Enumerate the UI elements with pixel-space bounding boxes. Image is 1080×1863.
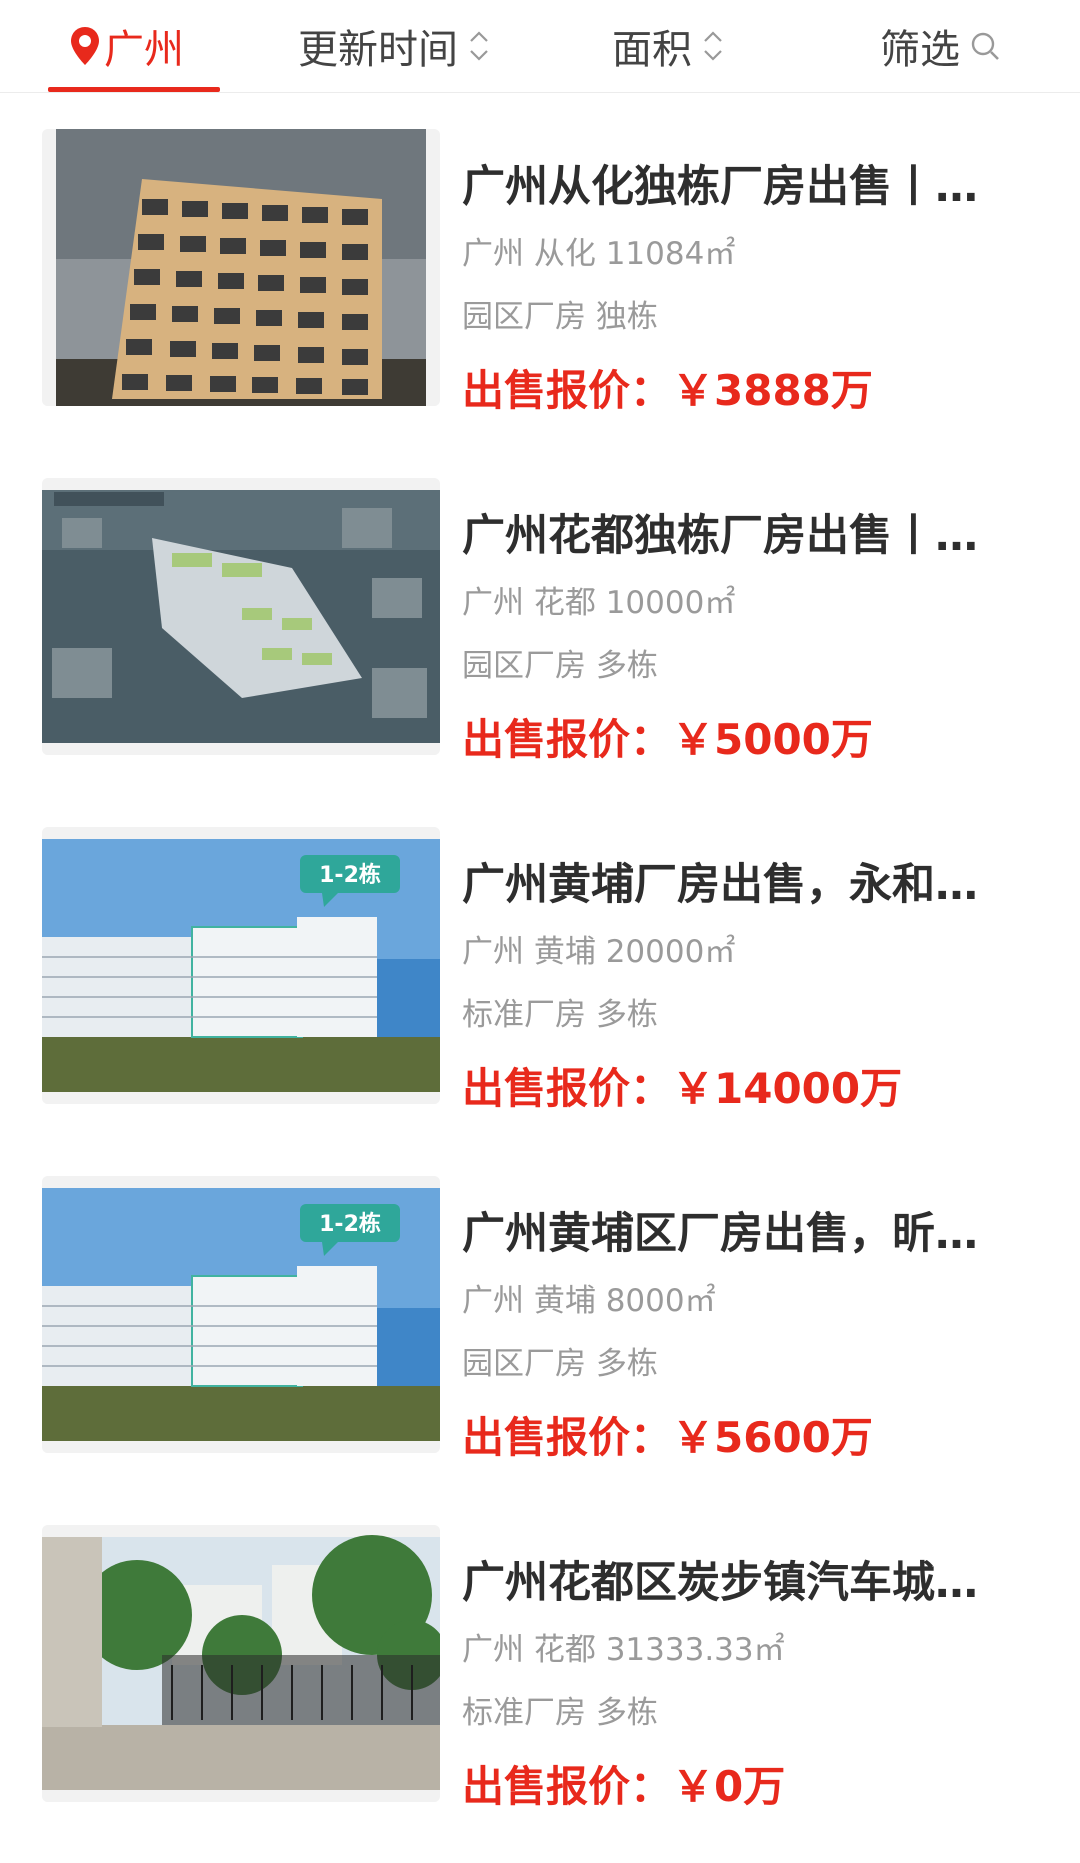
listing-location: 广州 花都 31333.33㎡ (462, 1632, 785, 1668)
listing-title: 广州从化独栋厂房出售丨… (462, 162, 978, 212)
listing-location: 广州 从化 11084㎡ (462, 236, 736, 272)
location-pin-icon (71, 27, 99, 65)
listing-photo: 1-2栋 (42, 827, 440, 1104)
tab-filter-label: 筛选 (880, 27, 960, 73)
listing-tags: 园区厂房 多栋 (462, 648, 658, 684)
price-label: 出售报价： (462, 366, 673, 415)
listing-price: 出售报价：￥3888万 (462, 357, 873, 418)
search-icon (970, 31, 1000, 61)
listing-tags: 标准厂房 多栋 (462, 997, 658, 1033)
listing-price: 出售报价：￥0万 (462, 1753, 785, 1814)
listing-title: 广州黄埔区厂房出售，昕… (462, 1209, 978, 1259)
price-label: 出售报价： (462, 1064, 673, 1113)
building-badge: 1-2栋 (319, 862, 381, 888)
listing-tags: 园区厂房 多栋 (462, 1346, 658, 1382)
listing-card[interactable]: 广州花都独栋厂房出售丨… 广州 花都 10000㎡ 园区厂房 多栋 出售报价：￥… (0, 441, 1080, 790)
price-value: ￥3888万 (672, 366, 873, 415)
tab-sort-area-label: 面积 (612, 27, 692, 73)
listing-location: 广州 黄埔 8000㎡ (462, 1283, 716, 1319)
price-label: 出售报价： (462, 1413, 673, 1462)
listing-title: 广州花都区炭步镇汽车城… (462, 1558, 978, 1608)
filter-tab-bar: 广州 更新时间 面积 筛选 (0, 0, 1080, 93)
listing-card[interactable]: 1-2栋 广州黄埔厂房出售，永和… 广州 黄埔 20000㎡ 标准厂房 多栋 出… (0, 790, 1080, 1139)
tab-city-label: 广州 (104, 27, 184, 73)
tab-filter[interactable]: 筛选 (880, 0, 1000, 92)
listing-card[interactable]: 1-2栋 广州黄埔区厂房出售，昕… 广州 黄埔 8000㎡ 园区厂房 多栋 出售… (0, 1139, 1080, 1488)
listing-tags: 标准厂房 多栋 (462, 1695, 658, 1731)
price-label: 出售报价： (462, 1762, 673, 1811)
listing-price: 出售报价：￥5000万 (462, 706, 873, 767)
tab-sort-updated-label: 更新时间 (298, 27, 458, 73)
tab-sort-updated[interactable]: 更新时间 (298, 0, 490, 92)
sort-updown-icon (468, 29, 490, 63)
listing-card[interactable]: 广州从化独栋厂房出售丨… 广州 从化 11084㎡ 园区厂房 独栋 出售报价：￥… (0, 92, 1080, 441)
tab-city[interactable]: 广州 (70, 0, 184, 92)
building-badge: 1-2栋 (319, 1211, 381, 1237)
price-value: ￥0万 (672, 1762, 786, 1811)
listing-title: 广州黄埔厂房出售，永和… (462, 860, 978, 910)
listing-price: 出售报价：￥14000万 (462, 1055, 902, 1116)
listing-photo (42, 1525, 440, 1802)
listing-card[interactable]: 广州花都区炭步镇汽车城… 广州 花都 31333.33㎡ 标准厂房 多栋 出售报… (0, 1488, 1080, 1837)
price-value: ￥5600万 (672, 1413, 873, 1462)
sort-updown-icon (702, 29, 724, 63)
listing-location: 广州 花都 10000㎡ (462, 585, 736, 621)
listing-title: 广州花都独栋厂房出售丨… (462, 511, 978, 561)
listing-photo (42, 129, 440, 406)
price-value: ￥5000万 (672, 715, 873, 764)
listing-photo (42, 478, 440, 755)
tab-sort-area[interactable]: 面积 (612, 0, 724, 92)
listing-location: 广州 黄埔 20000㎡ (462, 934, 736, 970)
price-value: ￥14000万 (672, 1064, 903, 1113)
price-label: 出售报价： (462, 715, 673, 764)
listing-tags: 园区厂房 独栋 (462, 299, 658, 335)
listing-price: 出售报价：￥5600万 (462, 1404, 873, 1465)
listing-photo: 1-2栋 (42, 1176, 440, 1453)
